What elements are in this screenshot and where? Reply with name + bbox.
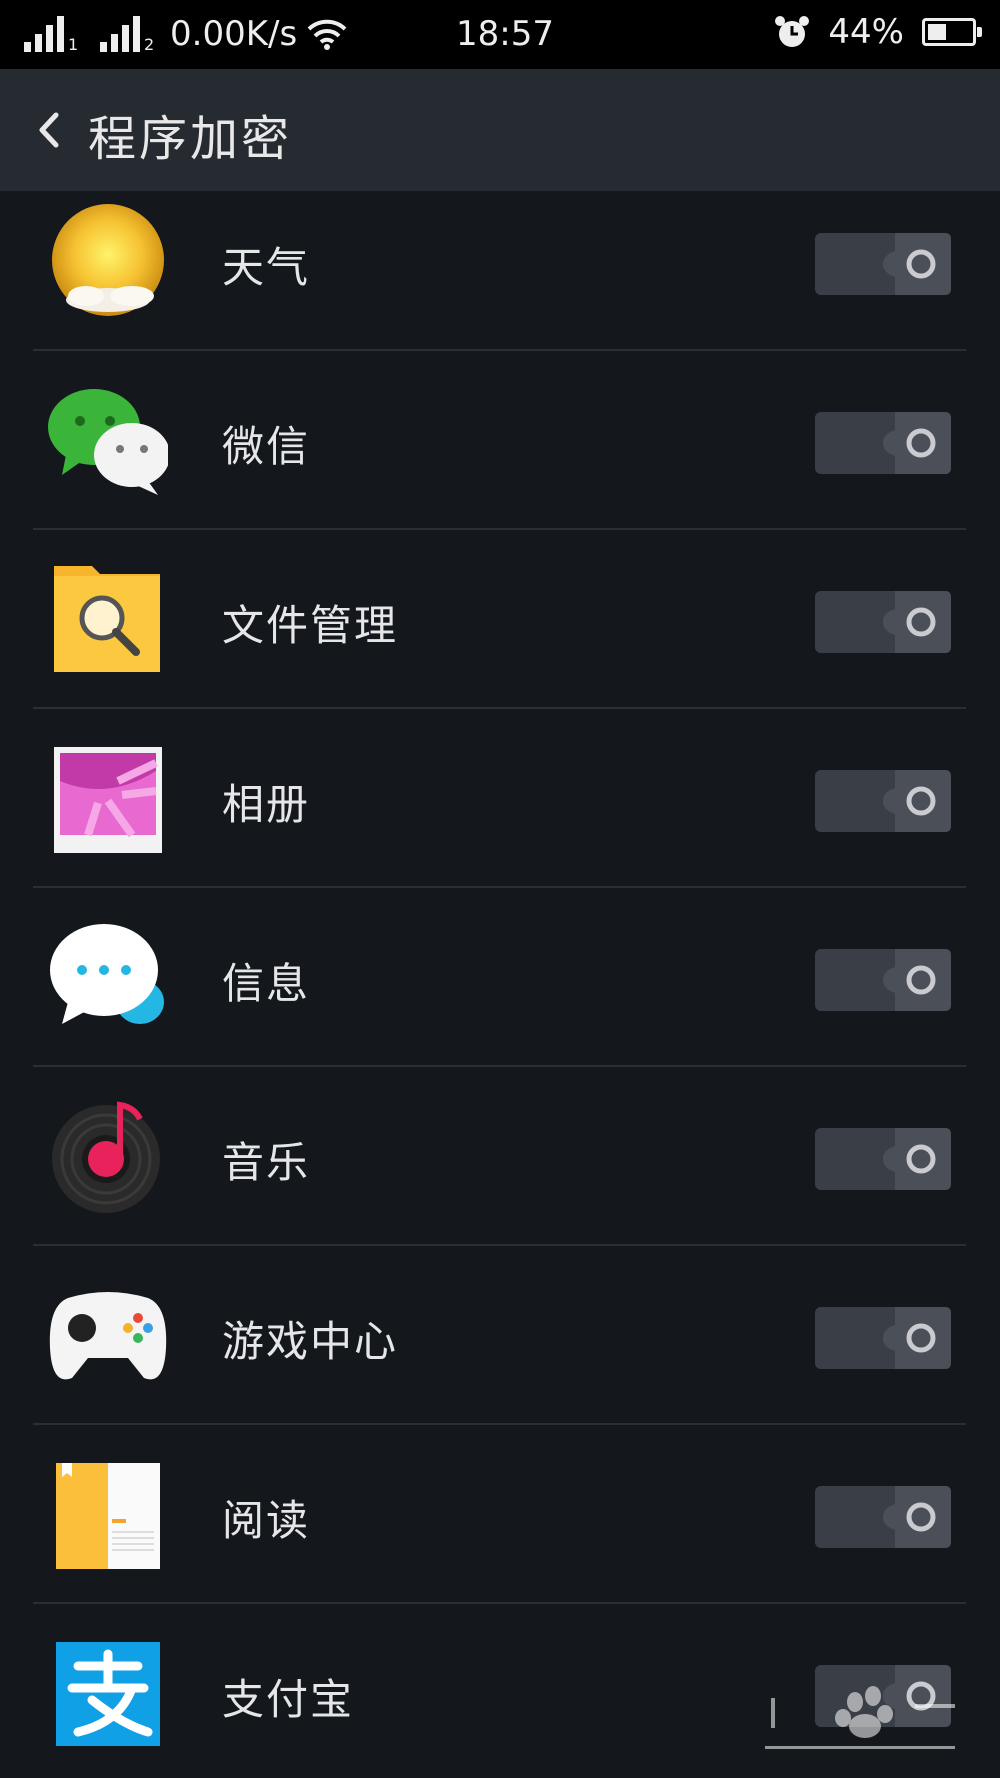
lock-toggle[interactable] <box>815 233 951 295</box>
app-header: 程序加密 <box>0 69 1000 191</box>
lock-toggle[interactable] <box>815 412 951 474</box>
back-button[interactable] <box>26 105 76 155</box>
list-item-gallery[interactable]: 相册 <box>0 709 1000 888</box>
list-item-wechat[interactable]: 微信 <box>0 351 1000 530</box>
signal-sim1-icon: 1 <box>24 16 79 54</box>
sim2-label: 2 <box>144 35 155 54</box>
list-item-messages[interactable]: 信息 <box>0 888 1000 1067</box>
app-label: 游戏中心 <box>222 1317 399 1366</box>
network-speed: 0.00K/s <box>170 14 298 54</box>
page-title: 程序加密 <box>88 111 293 167</box>
chevron-left-icon <box>39 112 59 148</box>
app-label: 音乐 <box>222 1138 311 1187</box>
app-label: 文件管理 <box>222 601 399 650</box>
lock-toggle[interactable] <box>815 1128 951 1190</box>
app-lock-list: 天气 微信 文件管理 相册 信息 音乐 游戏中心 阅读 支付宝 <box>0 191 1000 1778</box>
battery-fill <box>928 24 947 40</box>
app-label: 相册 <box>222 780 311 829</box>
gallery-icon <box>54 747 162 853</box>
music-icon <box>52 1101 160 1213</box>
status-time: 18:57 <box>456 14 554 54</box>
sim1-label: 1 <box>68 35 79 54</box>
game-center-icon <box>49 1292 167 1380</box>
list-item-file-manager[interactable]: 文件管理 <box>0 530 1000 709</box>
app-label: 阅读 <box>222 1496 311 1545</box>
battery-icon <box>922 18 982 46</box>
status-bar-left: 1 2 0.00K/s <box>24 14 347 54</box>
alipay-icon <box>56 1642 160 1746</box>
app-label: 信息 <box>222 959 311 1008</box>
signal-sim2-icon: 2 <box>100 16 155 54</box>
messages-icon <box>50 924 164 1024</box>
status-bar-right: 44% <box>774 12 982 52</box>
alarm-clock-icon <box>775 16 810 47</box>
lock-toggle[interactable] <box>815 949 951 1011</box>
wifi-icon <box>307 19 347 50</box>
app-label: 微信 <box>222 422 311 471</box>
lock-toggle[interactable] <box>815 1486 951 1548</box>
list-item-weather[interactable]: 天气 <box>0 191 1000 351</box>
list-item-game-center[interactable]: 游戏中心 <box>0 1246 1000 1425</box>
battery-percent: 44% <box>828 12 904 52</box>
status-bar: 1 2 0.00K/s 18:57 44% <box>0 0 1000 69</box>
list-item-reader[interactable]: 阅读 <box>0 1425 1000 1604</box>
lock-toggle[interactable] <box>815 591 951 653</box>
app-label: 支付宝 <box>222 1675 355 1724</box>
baidu-jingyan-watermark <box>765 1686 955 1749</box>
file-manager-icon <box>54 566 160 672</box>
lock-toggle[interactable] <box>815 1307 951 1369</box>
lock-toggle[interactable] <box>815 770 951 832</box>
list-item-music[interactable]: 音乐 <box>0 1067 1000 1246</box>
wechat-icon <box>48 389 168 495</box>
weather-sun-icon <box>52 204 164 316</box>
reader-icon <box>56 1463 160 1569</box>
app-label: 天气 <box>222 243 311 292</box>
